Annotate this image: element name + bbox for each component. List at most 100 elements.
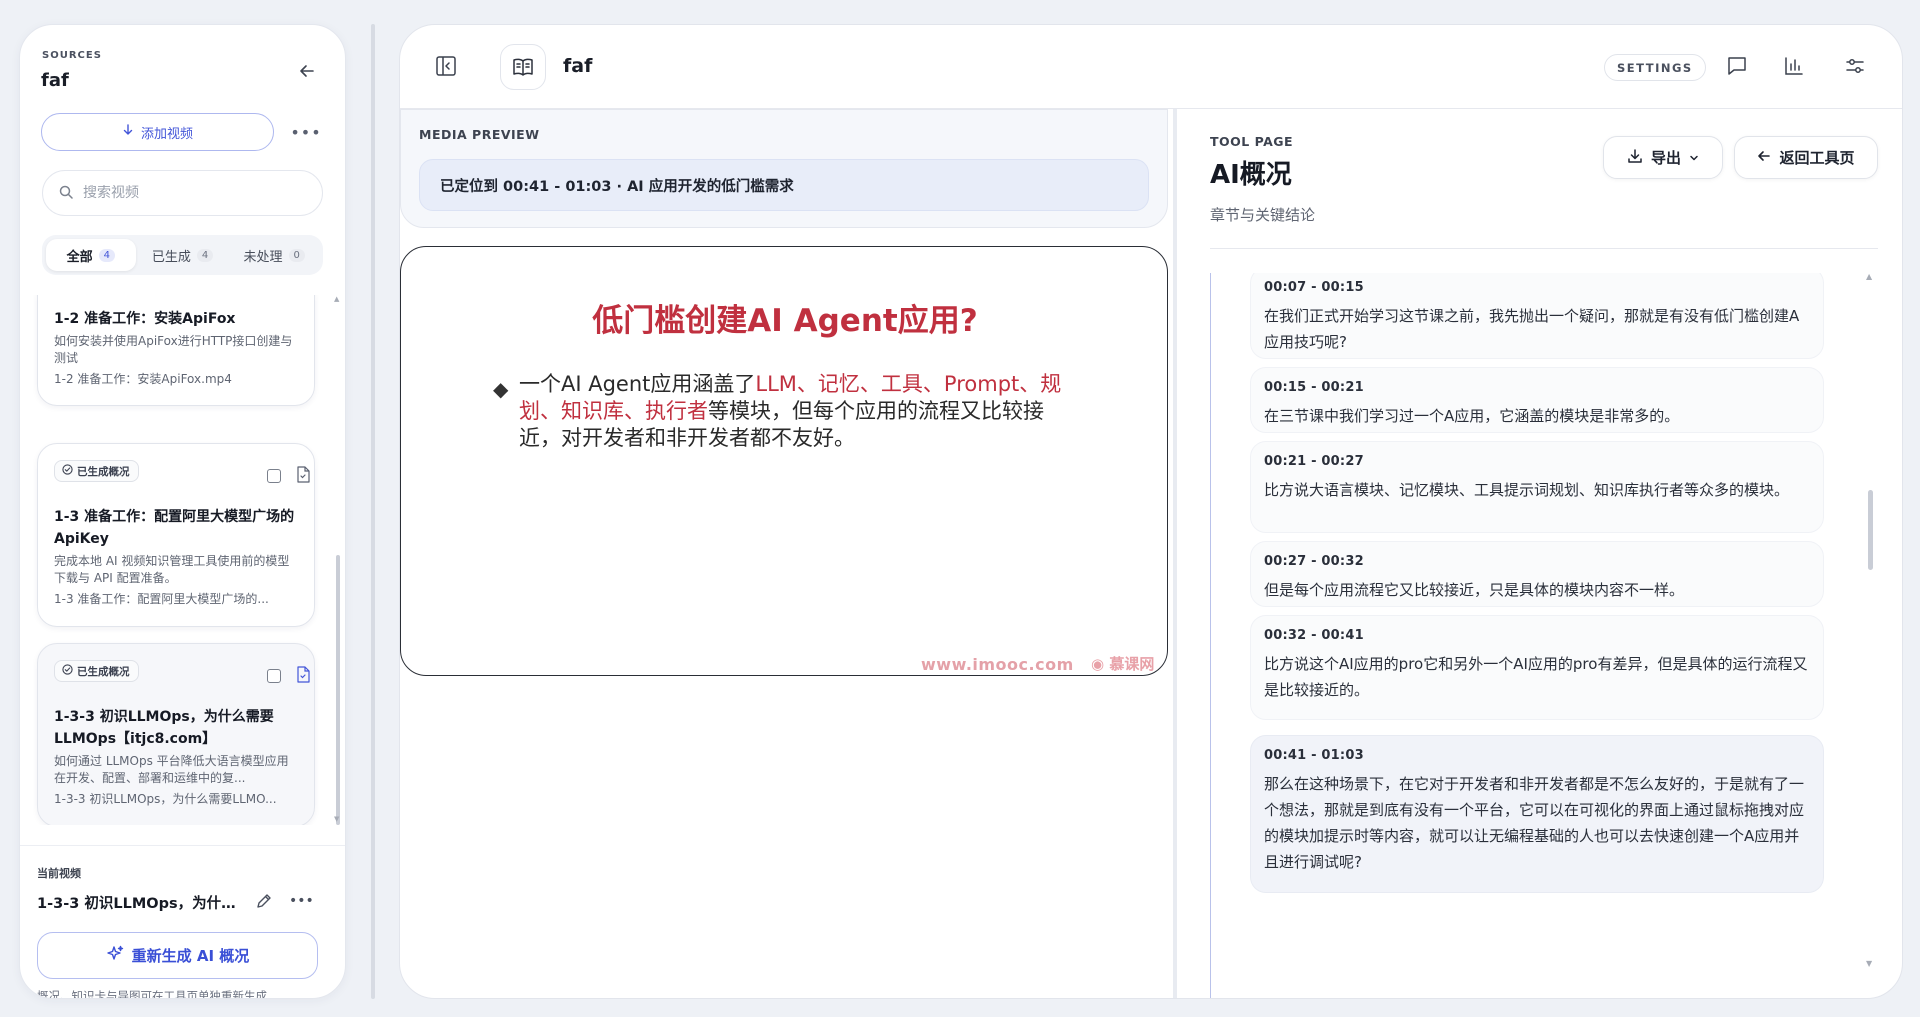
summary-segment[interactable]: 00:27 - 00:32 但是每个应用流程它又比较接近，只是具体的模块内容不一… xyxy=(1250,541,1824,607)
status-badge-label: 已生成概况 xyxy=(77,665,130,678)
imooc-logo: ◉ 慕课网 xyxy=(1091,653,1154,674)
collapse-sidebar-icon[interactable] xyxy=(435,55,459,79)
filter-label: 未处理 xyxy=(243,249,283,265)
status-badge: 已生成概况 xyxy=(54,460,139,482)
video-card[interactable]: 已生成概况 1-3 准备工作：配置阿里大模型广场的ApiKey 完成本地 AI … xyxy=(37,443,315,627)
pencil-icon[interactable] xyxy=(256,893,276,913)
document-icon[interactable] xyxy=(296,666,312,684)
video-card-selected[interactable]: 已生成概况 1-3-3 初识LLMOps，为什么需要LLMOps【itjc8.c… xyxy=(37,643,315,825)
filter-count: 0 xyxy=(288,248,305,262)
scroll-up-arrow-icon[interactable]: ▲ xyxy=(334,295,339,303)
video-card[interactable]: 1-2 准备工作：安装ApiFox 如何安装并使用ApiFox进行HTTP接口创… xyxy=(37,295,315,406)
sidebar-scrollbar[interactable] xyxy=(336,555,340,825)
add-video-button[interactable]: 添加视频 xyxy=(41,113,274,151)
summary-segment-list: 00:07 - 00:15 在我们正式开始学习这节课之前，我先抛出一个疑问，那就… xyxy=(1210,273,1878,998)
download-icon xyxy=(1627,148,1643,168)
top-bar: faf SETTINGS xyxy=(400,25,1902,109)
video-card-file: 1-3-3 初识LLMOps，为什么需要LLMO... xyxy=(54,792,277,806)
status-badge: 已生成概况 xyxy=(54,660,139,682)
select-checkbox[interactable] xyxy=(267,669,281,683)
check-circle-icon xyxy=(62,664,73,678)
scroll-up-arrow-icon[interactable]: ▲ xyxy=(1866,272,1872,281)
segment-time: 00:32 - 00:41 xyxy=(1264,628,1364,643)
slide-body: 一个AI Agent应用涵盖了LLM、记忆、工具、Prompt、规划、知识库、执… xyxy=(519,371,1079,452)
chevron-down-icon xyxy=(1689,149,1699,167)
slide-body-prefix: 一个AI Agent应用涵盖了 xyxy=(519,372,756,396)
video-card-title: 1-3 准备工作：配置阿里大模型广场的ApiKey xyxy=(54,509,295,547)
panel-resize-handle[interactable] xyxy=(371,24,375,999)
book-open-icon[interactable] xyxy=(500,44,546,90)
segment-time: 00:21 - 00:27 xyxy=(1264,454,1364,469)
scroll-down-arrow-icon[interactable]: ▼ xyxy=(334,815,339,823)
segment-text: 那么在这种场景下，在它对于开发者和非开发者都是不怎么友好的，于是就有了一个想法，… xyxy=(1264,775,1805,871)
video-player[interactable]: 低门槛创建AI Agent应用? ◆ 一个AI Agent应用涵盖了LLM、记忆… xyxy=(400,246,1168,676)
filter-generated-tab[interactable]: 已生成 4 xyxy=(138,239,228,271)
segment-time: 00:27 - 00:32 xyxy=(1264,554,1364,569)
located-segment-banner: 已定位到 00:41 - 01:03 · AI 应用开发的低门槛需求 xyxy=(419,159,1149,211)
segment-text: 比方说这个AI应用的pro它和另外一个AI应用的pro有差异，但是具体的运行流程… xyxy=(1264,655,1808,699)
summary-segment[interactable]: 00:32 - 00:41 比方说这个AI应用的pro它和另外一个AI应用的pr… xyxy=(1250,615,1824,720)
settings-button[interactable]: SETTINGS xyxy=(1604,54,1706,81)
filter-segmented-control: 全部 4 已生成 4 未处理 0 xyxy=(42,235,323,275)
summary-segment[interactable]: 00:07 - 00:15 在我们正式开始学习这节课之前，我先抛出一个疑问，那就… xyxy=(1250,273,1824,359)
video-card-file: 1-3 准备工作：配置阿里大模型广场的... xyxy=(54,592,269,606)
bar-chart-icon[interactable] xyxy=(1783,55,1807,79)
video-card-desc: 如何通过 LLMOps 平台降低大语言模型应用在开发、配置、部署和运维中的复..… xyxy=(54,754,289,785)
more-options-icon[interactable]: ••• xyxy=(290,121,320,143)
video-card-desc: 完成本地 AI 视频知识管理工具使用前的模型下载与 API 配置准备。 xyxy=(54,554,290,585)
back-to-tools-label: 返回工具页 xyxy=(1779,149,1855,167)
more-options-icon[interactable]: ••• xyxy=(289,893,314,913)
media-column: MEDIA PREVIEW 已定位到 00:41 - 01:03 · AI 应用… xyxy=(400,109,1173,998)
flame-icon: ◉ xyxy=(1091,655,1105,673)
tool-column: TOOL PAGE AI概况 章节与关键结论 导出 返回工具页 00:07 - … xyxy=(1177,109,1902,998)
scroll-down-arrow-icon[interactable]: ▼ xyxy=(1866,959,1872,968)
slide-title: 低门槛创建AI Agent应用? xyxy=(592,303,978,339)
status-badge-label: 已生成概况 xyxy=(77,465,130,478)
document-icon[interactable] xyxy=(296,466,312,484)
divider xyxy=(1210,248,1878,249)
sparkle-icon xyxy=(106,945,124,967)
filter-count: 4 xyxy=(196,248,214,262)
segment-text: 比方说大语言模块、记忆模块、工具提示词规划、知识库执行者等众多的模块。 xyxy=(1264,481,1790,499)
filter-all-tab[interactable]: 全部 4 xyxy=(46,239,136,271)
summary-segment[interactable]: 00:21 - 00:27 比方说大语言模块、记忆模块、工具提示词规划、知识库执… xyxy=(1250,441,1824,533)
export-label: 导出 xyxy=(1650,149,1681,167)
sources-sidebar: SOURCES faf 添加视频 ••• 全部 4 已生成 4 未处理 0 xyxy=(19,24,346,999)
logo-text: 慕课网 xyxy=(1109,655,1155,673)
regenerate-summary-button[interactable]: 重新生成 AI 概况 xyxy=(37,932,318,979)
back-to-tools-button[interactable]: 返回工具页 xyxy=(1734,136,1878,179)
project-title: faf xyxy=(41,70,69,91)
summary-segment-active[interactable]: 00:41 - 01:03 那么在这种场景下，在它对于开发者和非开发者都是不怎么… xyxy=(1250,735,1824,893)
export-button[interactable]: 导出 xyxy=(1603,136,1723,179)
video-card-file: 1-2 准备工作：安装ApiFox.mp4 xyxy=(54,372,232,386)
filter-label: 全部 xyxy=(66,249,93,265)
segment-text: 但是每个应用流程它又比较接近，只是具体的模块内容不一样。 xyxy=(1264,581,1685,599)
summary-scrollbar[interactable] xyxy=(1868,490,1873,570)
media-preview-eyebrow: MEDIA PREVIEW xyxy=(419,127,540,142)
media-preview-header: MEDIA PREVIEW 已定位到 00:41 - 01:03 · AI 应用… xyxy=(400,109,1168,228)
back-arrow-icon[interactable] xyxy=(292,56,322,86)
slide-watermark: www.imooc.com xyxy=(921,655,1074,674)
check-circle-icon xyxy=(62,464,73,478)
main-panel: faf SETTINGS MEDIA PREVIEW 已定位到 00:41 - … xyxy=(399,24,1903,999)
segment-time: 00:07 - 00:15 xyxy=(1264,280,1364,295)
arrow-left-icon xyxy=(1757,149,1771,167)
select-checkbox[interactable] xyxy=(267,469,281,483)
tool-page-eyebrow: TOOL PAGE xyxy=(1210,134,1294,149)
video-card-desc: 如何安装并使用ApiFox进行HTTP接口创建与测试 xyxy=(54,334,293,365)
filter-label: 已生成 xyxy=(151,249,191,265)
filter-unprocessed-tab[interactable]: 未处理 0 xyxy=(229,239,319,271)
segment-time: 00:15 - 00:21 xyxy=(1264,380,1364,395)
timeline-line xyxy=(1210,273,1211,998)
current-video-title: 1-3-3 初识LLMOps，为什... xyxy=(37,896,237,912)
search-input[interactable] xyxy=(83,185,293,201)
segment-text: 在我们正式开始学习这节课之前，我先抛出一个疑问，那就是有没有低门槛创建A应用技巧… xyxy=(1264,307,1800,351)
summary-segment[interactable]: 00:15 - 00:21 在三节课中我们学习过一个A应用，它涵盖的模块是非常多… xyxy=(1250,367,1824,433)
chat-bubble-icon[interactable] xyxy=(1726,55,1750,79)
divider xyxy=(20,845,345,846)
sources-eyebrow: SOURCES xyxy=(42,50,102,61)
sliders-icon[interactable] xyxy=(1844,55,1868,79)
segment-time: 00:41 - 01:03 xyxy=(1264,748,1364,763)
search-box xyxy=(42,170,323,216)
current-video-eyebrow: 当前视频 xyxy=(37,867,81,880)
